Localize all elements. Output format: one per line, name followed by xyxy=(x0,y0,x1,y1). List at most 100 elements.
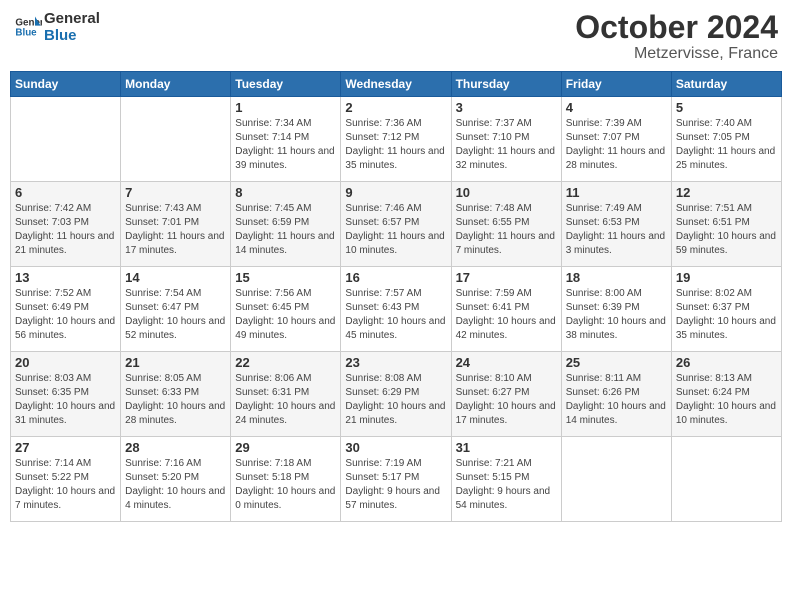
day-info: Sunrise: 7:40 AMSunset: 7:05 PMDaylight:… xyxy=(676,117,777,173)
day-number: 28 xyxy=(125,440,226,455)
day-number: 29 xyxy=(235,440,336,455)
calendar-cell: 21 Sunrise: 8:05 AMSunset: 6:33 PMDayligh… xyxy=(121,352,231,437)
calendar-cell: 4 Sunrise: 7:39 AMSunset: 7:07 PMDaylight… xyxy=(561,97,671,182)
day-info: Sunrise: 8:10 AMSunset: 6:27 PMDaylight:… xyxy=(456,372,557,428)
day-number: 12 xyxy=(676,185,777,200)
location: Metzervisse, France xyxy=(575,45,778,63)
week-row-1: 1Sunrise: 7:34 AMSunset: 7:14 PMDaylight… xyxy=(11,97,782,182)
day-info: Sunrise: 8:08 AMSunset: 6:29 PMDaylight:… xyxy=(345,372,446,428)
logo: General Blue General Blue xyxy=(14,10,100,44)
calendar-cell: 24 Sunrise: 8:10 AMSunset: 6:27 PMDayligh… xyxy=(451,352,561,437)
calendar-cell: 14 Sunrise: 7:54 AMSunset: 6:47 PMDayligh… xyxy=(121,267,231,352)
calendar-cell: 22 Sunrise: 8:06 AMSunset: 6:31 PMDayligh… xyxy=(231,352,341,437)
day-number: 15 xyxy=(235,270,336,285)
svg-text:Blue: Blue xyxy=(15,27,37,38)
day-info: Sunrise: 8:02 AMSunset: 6:37 PMDaylight:… xyxy=(676,287,777,343)
logo-line1: General xyxy=(44,10,100,27)
calendar-cell: 29Sunrise: 7:18 AMSunset: 5:18 PMDayligh… xyxy=(231,437,341,522)
calendar-cell xyxy=(11,97,121,182)
calendar-cell: 20Sunrise: 8:03 AMSunset: 6:35 PMDayligh… xyxy=(11,352,121,437)
day-number: 21 xyxy=(125,355,226,370)
day-info: Sunrise: 8:00 AMSunset: 6:39 PMDaylight:… xyxy=(566,287,667,343)
day-number: 9 xyxy=(345,185,446,200)
day-number: 26 xyxy=(676,355,777,370)
day-number: 30 xyxy=(345,440,446,455)
month-title: October 2024 xyxy=(575,10,778,45)
day-number: 22 xyxy=(235,355,336,370)
calendar-cell xyxy=(671,437,781,522)
weekday-header-wednesday: Wednesday xyxy=(341,72,451,97)
week-row-5: 27 Sunrise: 7:14 AMSunset: 5:22 PMDayligh… xyxy=(11,437,782,522)
week-row-3: 13Sunrise: 7:52 AMSunset: 6:49 PMDayligh… xyxy=(11,267,782,352)
week-row-4: 20Sunrise: 8:03 AMSunset: 6:35 PMDayligh… xyxy=(11,352,782,437)
calendar-cell: 15 Sunrise: 7:56 AMSunset: 6:45 PMDayligh… xyxy=(231,267,341,352)
week-row-2: 6 Sunrise: 7:42 AMSunset: 7:03 PMDaylight… xyxy=(11,182,782,267)
calendar-cell: 30 Sunrise: 7:19 AMSunset: 5:17 PMDayligh… xyxy=(341,437,451,522)
day-info: Sunrise: 8:13 AMSunset: 6:24 PMDaylight:… xyxy=(676,372,777,428)
day-number: 17 xyxy=(456,270,557,285)
day-info: Sunrise: 7:48 AMSunset: 6:55 PMDaylight:… xyxy=(456,202,557,258)
day-number: 27 xyxy=(15,440,116,455)
day-number: 25 xyxy=(566,355,667,370)
day-info: Sunrise: 7:39 AMSunset: 7:07 PMDaylight:… xyxy=(566,117,667,173)
day-info: Sunrise: 7:42 AMSunset: 7:03 PMDaylight:… xyxy=(15,202,116,258)
day-info: Sunrise: 7:54 AMSunset: 6:47 PMDaylight:… xyxy=(125,287,226,343)
day-number: 11 xyxy=(566,185,667,200)
weekday-header-tuesday: Tuesday xyxy=(231,72,341,97)
day-info: Sunrise: 8:03 AMSunset: 6:35 PMDaylight:… xyxy=(15,372,116,428)
calendar-cell: 2Sunrise: 7:36 AMSunset: 7:12 PMDaylight… xyxy=(341,97,451,182)
calendar-table: SundayMondayTuesdayWednesdayThursdayFrid… xyxy=(10,71,782,522)
page-header: General Blue General Blue October 2024 M… xyxy=(10,10,782,63)
day-info: Sunrise: 8:11 AMSunset: 6:26 PMDaylight:… xyxy=(566,372,667,428)
calendar-cell xyxy=(121,97,231,182)
calendar-cell: 7 Sunrise: 7:43 AMSunset: 7:01 PMDaylight… xyxy=(121,182,231,267)
day-info: Sunrise: 7:45 AMSunset: 6:59 PMDaylight:… xyxy=(235,202,336,258)
calendar-cell: 8 Sunrise: 7:45 AMSunset: 6:59 PMDaylight… xyxy=(231,182,341,267)
day-number: 7 xyxy=(125,185,226,200)
day-number: 13 xyxy=(15,270,116,285)
calendar-cell: 5 Sunrise: 7:40 AMSunset: 7:05 PMDaylight… xyxy=(671,97,781,182)
day-number: 18 xyxy=(566,270,667,285)
day-info: Sunrise: 8:06 AMSunset: 6:31 PMDaylight:… xyxy=(235,372,336,428)
weekday-header-monday: Monday xyxy=(121,72,231,97)
calendar-cell: 31 Sunrise: 7:21 AMSunset: 5:15 PMDayligh… xyxy=(451,437,561,522)
day-number: 4 xyxy=(566,100,667,115)
day-info: Sunrise: 7:43 AMSunset: 7:01 PMDaylight:… xyxy=(125,202,226,258)
day-number: 5 xyxy=(676,100,777,115)
calendar-cell: 25 Sunrise: 8:11 AMSunset: 6:26 PMDayligh… xyxy=(561,352,671,437)
calendar-cell: 26 Sunrise: 8:13 AMSunset: 6:24 PMDayligh… xyxy=(671,352,781,437)
day-number: 31 xyxy=(456,440,557,455)
day-info: Sunrise: 7:37 AMSunset: 7:10 PMDaylight:… xyxy=(456,117,557,173)
calendar-cell: 23Sunrise: 8:08 AMSunset: 6:29 PMDayligh… xyxy=(341,352,451,437)
calendar-cell: 1Sunrise: 7:34 AMSunset: 7:14 PMDaylight… xyxy=(231,97,341,182)
day-info: Sunrise: 7:34 AMSunset: 7:14 PMDaylight:… xyxy=(235,117,336,173)
day-info: Sunrise: 7:49 AMSunset: 6:53 PMDaylight:… xyxy=(566,202,667,258)
day-info: Sunrise: 7:56 AMSunset: 6:45 PMDaylight:… xyxy=(235,287,336,343)
calendar-cell: 28Sunrise: 7:16 AMSunset: 5:20 PMDayligh… xyxy=(121,437,231,522)
day-info: Sunrise: 7:59 AMSunset: 6:41 PMDaylight:… xyxy=(456,287,557,343)
day-info: Sunrise: 7:51 AMSunset: 6:51 PMDaylight:… xyxy=(676,202,777,258)
day-info: Sunrise: 7:21 AMSunset: 5:15 PMDaylight:… xyxy=(456,457,557,513)
calendar-cell: 16Sunrise: 7:57 AMSunset: 6:43 PMDayligh… xyxy=(341,267,451,352)
day-number: 14 xyxy=(125,270,226,285)
day-number: 19 xyxy=(676,270,777,285)
day-number: 16 xyxy=(345,270,446,285)
weekday-header-thursday: Thursday xyxy=(451,72,561,97)
calendar-cell: 17 Sunrise: 7:59 AMSunset: 6:41 PMDayligh… xyxy=(451,267,561,352)
calendar-cell: 3 Sunrise: 7:37 AMSunset: 7:10 PMDaylight… xyxy=(451,97,561,182)
calendar-cell: 18 Sunrise: 8:00 AMSunset: 6:39 PMDayligh… xyxy=(561,267,671,352)
calendar-cell: 11 Sunrise: 7:49 AMSunset: 6:53 PMDayligh… xyxy=(561,182,671,267)
weekday-header-saturday: Saturday xyxy=(671,72,781,97)
calendar-cell xyxy=(561,437,671,522)
day-number: 8 xyxy=(235,185,336,200)
day-number: 2 xyxy=(345,100,446,115)
day-number: 24 xyxy=(456,355,557,370)
calendar-cell: 27 Sunrise: 7:14 AMSunset: 5:22 PMDayligh… xyxy=(11,437,121,522)
day-info: Sunrise: 7:46 AMSunset: 6:57 PMDaylight:… xyxy=(345,202,446,258)
weekday-header-sunday: Sunday xyxy=(11,72,121,97)
day-info: Sunrise: 7:19 AMSunset: 5:17 PMDaylight:… xyxy=(345,457,446,513)
day-number: 6 xyxy=(15,185,116,200)
day-info: Sunrise: 7:14 AMSunset: 5:22 PMDaylight:… xyxy=(15,457,116,513)
day-info: Sunrise: 8:05 AMSunset: 6:33 PMDaylight:… xyxy=(125,372,226,428)
day-number: 3 xyxy=(456,100,557,115)
